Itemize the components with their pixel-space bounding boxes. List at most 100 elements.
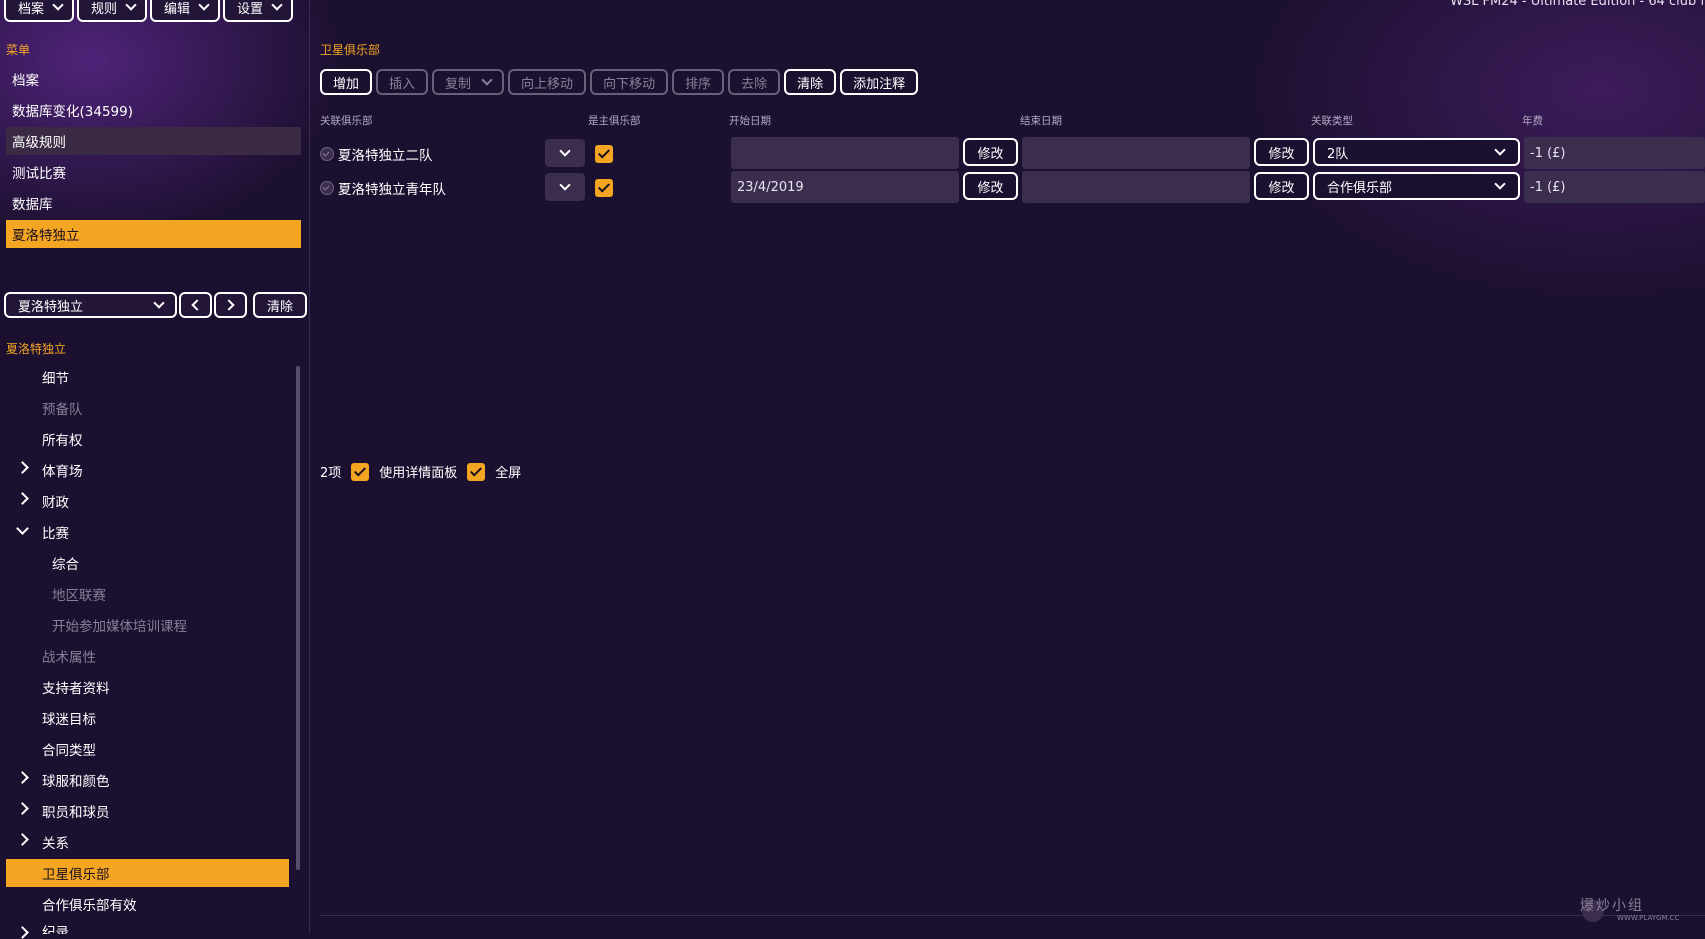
insert-button[interactable]: 插入 (376, 69, 429, 95)
annual-fee-field[interactable]: -1 (£) (1524, 171, 1705, 203)
app-title: WSL FM24 - Ultimate Edition - 64 club f (1450, 0, 1705, 9)
tree-item-details[interactable]: 细节 (42, 363, 69, 391)
chevron-down-icon (559, 179, 571, 191)
club-section-label: 夏洛特独立 (6, 342, 67, 356)
tree-item-fan-goals[interactable]: 球迷目标 (42, 704, 96, 732)
column-header-end-date: 结束日期 (1020, 115, 1062, 127)
tree-item-affiliate-active[interactable]: 合作俱乐部有效 (42, 890, 137, 918)
sidebar-item-database-changes[interactable]: 数据库变化(34599) (6, 96, 301, 124)
sidebar: 菜单 档案 数据库变化(34599) 高级规则 测试比赛 数据库 夏洛特独立 夏… (0, 0, 310, 939)
check-circle-icon (320, 147, 334, 161)
edit-start-button[interactable]: 修改 (963, 138, 1018, 166)
menu-section-label: 菜单 (6, 43, 31, 57)
relation-type-select[interactable]: 合作俱乐部 (1313, 172, 1520, 200)
start-date-field[interactable] (731, 137, 959, 169)
row-club-name: 夏洛特独立青年队 (338, 182, 446, 198)
tree-item-supporter-profile[interactable]: 支持者资料 (42, 673, 110, 701)
tree-item-competitions[interactable]: 比赛 (42, 518, 69, 546)
sidebar-item-advanced-rules[interactable]: 高级规则 (6, 127, 301, 155)
clear-button[interactable]: 清除 (784, 69, 837, 95)
relation-type-select[interactable]: 2队 (1313, 138, 1520, 166)
club-selector-row: 夏洛特独立 清除 (4, 292, 307, 318)
fullscreen-checkbox[interactable] (467, 462, 486, 481)
club-dropdown-button[interactable] (545, 173, 585, 201)
sort-button[interactable]: 排序 (672, 69, 725, 95)
tree-item-kits-colors[interactable]: 球服和颜色 (42, 766, 110, 794)
row-club-name: 夏洛特独立二队 (338, 148, 433, 164)
page-title: 卫星俱乐部 (320, 43, 381, 57)
copy-button[interactable]: 复制 (432, 69, 505, 95)
copy-button-label: 复制 (445, 76, 472, 92)
add-button[interactable]: 增加 (320, 69, 373, 95)
chevron-down-icon (1494, 178, 1506, 190)
detail-panel-checkbox[interactable] (351, 462, 370, 481)
chevron-right-icon[interactable] (16, 833, 29, 846)
sidebar-item-club[interactable]: 夏洛特独立 (6, 220, 301, 248)
column-header-is-main: 是主俱乐部 (588, 115, 641, 127)
chevron-right-icon (223, 299, 235, 311)
tree-item-satellite-clubs[interactable]: 卫星俱乐部 (6, 859, 289, 887)
tree-item-media-training: 开始参加媒体培训课程 (52, 619, 187, 635)
club-select[interactable]: 夏洛特独立 (4, 292, 177, 318)
column-header-club: 关联俱乐部 (320, 115, 373, 127)
bottom-divider (320, 915, 1705, 916)
is-main-checkbox[interactable] (595, 145, 613, 163)
watermark-url: WWW.PLAYGM.CC (1617, 914, 1680, 922)
edit-end-button[interactable]: 修改 (1254, 172, 1309, 200)
list-footer: 2项 使用详情面板 全屏 (320, 462, 521, 481)
tree-item-general[interactable]: 综合 (52, 549, 79, 577)
previous-button[interactable] (179, 292, 212, 318)
chevron-right-icon[interactable] (16, 926, 29, 939)
remove-button[interactable]: 去除 (728, 69, 781, 95)
chevron-right-icon[interactable] (16, 802, 29, 815)
check-circle-icon (320, 181, 334, 195)
column-header-type: 关联类型 (1311, 115, 1353, 127)
chevron-right-icon[interactable] (16, 492, 29, 505)
chevron-down-icon (1494, 144, 1506, 156)
next-button[interactable] (214, 292, 247, 318)
chevron-down-icon (153, 297, 165, 309)
tree-item-staff-players[interactable]: 职员和球员 (42, 797, 110, 825)
clear-selection-button[interactable]: 清除 (253, 292, 307, 318)
end-date-field[interactable] (1022, 171, 1250, 203)
column-header-fee: 年费 (1522, 115, 1543, 127)
sidebar-item-database[interactable]: 数据库 (6, 189, 301, 217)
tree-item-records[interactable]: 纪录 (42, 921, 69, 934)
detail-panel-label: 使用详情面板 (379, 466, 458, 481)
start-date-field[interactable]: 23/4/2019 (731, 171, 959, 203)
annual-fee-field[interactable]: -1 (£) (1524, 137, 1705, 169)
chevron-left-icon (191, 299, 203, 311)
sidebar-item-file[interactable]: 档案 (6, 65, 301, 93)
fullscreen-label: 全屏 (495, 466, 522, 481)
move-up-button[interactable]: 向上移动 (508, 69, 587, 95)
add-note-button[interactable]: 添加注释 (840, 69, 919, 95)
edit-start-button[interactable]: 修改 (963, 172, 1018, 200)
chevron-down-icon (481, 74, 493, 86)
chevron-right-icon[interactable] (16, 771, 29, 784)
tree-item-contract-types[interactable]: 合同类型 (42, 735, 96, 763)
sidebar-item-test-match[interactable]: 测试比赛 (6, 158, 301, 186)
tree-item-relations[interactable]: 关系 (42, 828, 69, 856)
tree-item-regional-league: 地区联赛 (52, 588, 106, 604)
tree-item-ownership[interactable]: 所有权 (42, 425, 83, 453)
is-main-checkbox[interactable] (595, 179, 613, 197)
row-club-cell: 夏洛特独立二队 (320, 144, 433, 164)
sidebar-scrollbar[interactable] (296, 366, 300, 870)
relation-type-value: 2队 (1327, 146, 1349, 162)
chevron-right-icon[interactable] (16, 461, 29, 474)
tree-item-stadium[interactable]: 体育场 (42, 456, 83, 484)
column-header-start-date: 开始日期 (729, 115, 771, 127)
edit-end-button[interactable]: 修改 (1254, 138, 1309, 166)
club-select-value: 夏洛特独立 (18, 299, 84, 315)
tree-item-tactical-attributes: 战术属性 (42, 650, 96, 666)
chevron-down-icon[interactable] (16, 522, 29, 535)
chevron-down-icon (559, 145, 571, 157)
tree-item-reserves: 预备队 (42, 402, 83, 418)
watermark-text: 爆炒小组 (1580, 898, 1644, 914)
club-dropdown-button[interactable] (545, 139, 585, 167)
move-down-button[interactable]: 向下移动 (590, 69, 669, 95)
relation-type-value: 合作俱乐部 (1327, 180, 1393, 196)
item-count: 2项 (320, 466, 342, 481)
end-date-field[interactable] (1022, 137, 1250, 169)
tree-item-finance[interactable]: 财政 (42, 487, 69, 515)
